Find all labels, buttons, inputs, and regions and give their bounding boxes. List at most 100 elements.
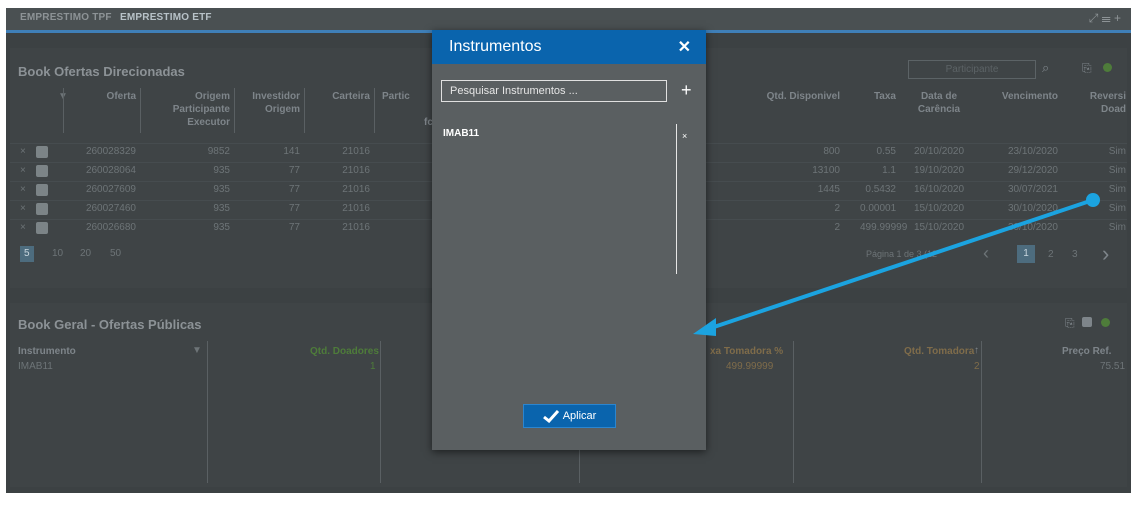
col-vencimento: Vencimento bbox=[1001, 91, 1058, 102]
cell-rev: Sim bbox=[1108, 222, 1126, 233]
col-investidor: Investidor Origem bbox=[252, 91, 300, 115]
col-divider bbox=[793, 341, 794, 483]
edit-icon[interactable] bbox=[36, 146, 48, 158]
search-instruments-input[interactable] bbox=[441, 80, 667, 102]
row-qtd-doadores: 1 bbox=[370, 361, 376, 372]
apply-button[interactable]: Aplicar bbox=[523, 404, 616, 428]
col-reversivel: Reversi Doad bbox=[1089, 91, 1126, 115]
cell-qtd: 13100 bbox=[812, 165, 840, 176]
copy-icon[interactable]: ⎘ bbox=[1065, 316, 1075, 331]
add-instrument-button[interactable]: + bbox=[681, 81, 692, 99]
col-qtd-doadores: Qtd. Doadores bbox=[310, 346, 379, 357]
sort-up-icon[interactable]: ↑ bbox=[974, 344, 979, 357]
cell-carencia: 16/10/2020 bbox=[913, 184, 965, 195]
cell-investidor: 141 bbox=[283, 146, 300, 157]
edit-icon[interactable] bbox=[36, 203, 48, 215]
cell-carencia: 20/10/2020 bbox=[913, 146, 965, 157]
cell-investidor: 77 bbox=[288, 203, 300, 214]
col-origem: Origem Participante Executor bbox=[172, 91, 230, 128]
page-3[interactable]: 3 bbox=[1072, 249, 1078, 260]
list-divider bbox=[676, 124, 677, 274]
pager-info: Página 1 de 3 (12 bbox=[866, 249, 938, 259]
cell-carencia: 15/10/2020 bbox=[913, 203, 965, 214]
cell-oferta: 260026680 bbox=[85, 222, 136, 233]
cell-oferta: 260027460 bbox=[85, 203, 136, 214]
cell-origem: 9852 bbox=[207, 146, 230, 157]
next-page-icon[interactable]: › bbox=[1102, 241, 1109, 267]
row-qtd-tomadora: 2 bbox=[974, 361, 980, 372]
page-size-50[interactable]: 50 bbox=[110, 248, 121, 259]
page-2[interactable]: 2 bbox=[1048, 249, 1054, 260]
col-oferta: Oferta bbox=[106, 91, 136, 102]
cell-rev: Sim bbox=[1108, 146, 1126, 157]
col-taxa-tomadora: xa Tomadora % bbox=[710, 346, 784, 357]
row-remove-icon[interactable]: × bbox=[20, 165, 26, 176]
cell-taxa: 0.55 bbox=[876, 146, 896, 157]
row-preco-ref: 75.51 bbox=[1100, 361, 1126, 372]
cell-taxa: 499.99999 bbox=[860, 222, 908, 233]
instrumentos-dialog: Instrumentos ✕ + IMAB11 × Aplicar bbox=[432, 30, 706, 450]
row-instrumento[interactable]: IMAB11 bbox=[18, 361, 53, 372]
row-remove-icon[interactable]: × bbox=[20, 203, 26, 214]
page-size-5[interactable]: 5 bbox=[24, 248, 30, 259]
participant-filter-input[interactable]: Participante bbox=[908, 60, 1036, 79]
copy-icon[interactable]: ⎘ bbox=[1082, 61, 1092, 76]
cell-qtd: 2 bbox=[834, 222, 840, 233]
tab-emprestimo-tpf[interactable]: EMPRESTIMO TPF bbox=[20, 12, 112, 23]
col-divider bbox=[140, 88, 141, 133]
cell-oferta: 260028329 bbox=[85, 146, 136, 157]
col-preco-ref: Preço Ref. bbox=[1062, 346, 1112, 357]
tab-actions-icon[interactable]: ⤢ ☰ + bbox=[1089, 11, 1121, 26]
col-divider bbox=[374, 88, 375, 133]
cell-rev: Sim bbox=[1108, 165, 1126, 176]
cell-carteira: 21016 bbox=[342, 222, 370, 233]
cell-origem: 935 bbox=[213, 184, 230, 195]
panel-title: Book Ofertas Direcionadas bbox=[18, 64, 185, 79]
page-size-10[interactable]: 10 bbox=[52, 248, 63, 259]
cell-oferta: 260028064 bbox=[85, 165, 136, 176]
cell-carencia: 19/10/2020 bbox=[913, 165, 965, 176]
cell-origem: 935 bbox=[213, 222, 230, 233]
search-icon[interactable]: ⌕ bbox=[1042, 60, 1049, 76]
col-divider bbox=[63, 88, 64, 133]
check-icon bbox=[542, 409, 559, 423]
edit-icon[interactable] bbox=[36, 222, 48, 234]
excel-icon[interactable] bbox=[1103, 63, 1112, 72]
cell-vencimento: 29/12/2020 bbox=[1007, 165, 1058, 176]
page-size-20[interactable]: 20 bbox=[80, 248, 91, 259]
cell-oferta: 260027609 bbox=[85, 184, 136, 195]
excel-icon[interactable] bbox=[1101, 318, 1110, 327]
col-divider bbox=[304, 88, 305, 133]
list-item[interactable]: IMAB11 bbox=[443, 128, 479, 139]
edit-icon[interactable] bbox=[36, 165, 48, 177]
row-remove-icon[interactable]: × bbox=[20, 184, 26, 195]
close-icon[interactable]: ✕ bbox=[678, 37, 691, 57]
cell-qtd: 1445 bbox=[817, 184, 840, 195]
col-divider bbox=[234, 88, 235, 133]
cell-carteira: 21016 bbox=[342, 203, 370, 214]
col-taxa: Taxa bbox=[873, 91, 896, 102]
col-divider bbox=[207, 341, 208, 483]
cell-carteira: 21016 bbox=[342, 165, 370, 176]
row-remove-icon[interactable]: × bbox=[20, 222, 26, 233]
edit-icon[interactable] bbox=[36, 184, 48, 196]
cell-vencimento: 30/10/2020 bbox=[1007, 222, 1058, 233]
row-remove-icon[interactable]: × bbox=[20, 146, 26, 157]
cell-investidor: 77 bbox=[288, 222, 300, 233]
filter-icon[interactable]: ▼ bbox=[192, 344, 202, 357]
col-divider bbox=[380, 341, 381, 483]
cell-carteira: 21016 bbox=[342, 146, 370, 157]
page-1[interactable]: 1 bbox=[1017, 245, 1035, 263]
save-icon[interactable] bbox=[1082, 317, 1092, 327]
col-carteira: Carteira bbox=[332, 91, 370, 102]
dialog-header: Instrumentos ✕ bbox=[432, 30, 706, 64]
remove-item-icon[interactable]: × bbox=[682, 131, 687, 141]
cell-vencimento: 30/10/2020 bbox=[1007, 203, 1058, 214]
cell-qtd: 2 bbox=[834, 203, 840, 214]
cell-investidor: 77 bbox=[288, 184, 300, 195]
prev-page-icon[interactable]: ‹ bbox=[983, 243, 989, 264]
col-instrumento: Instrumento bbox=[18, 346, 76, 357]
cell-vencimento: 23/10/2020 bbox=[1007, 146, 1058, 157]
col-qtd-disponivel: Qtd. Disponivel bbox=[766, 91, 840, 102]
tab-emprestimo-etf[interactable]: EMPRESTIMO ETF bbox=[120, 12, 212, 23]
